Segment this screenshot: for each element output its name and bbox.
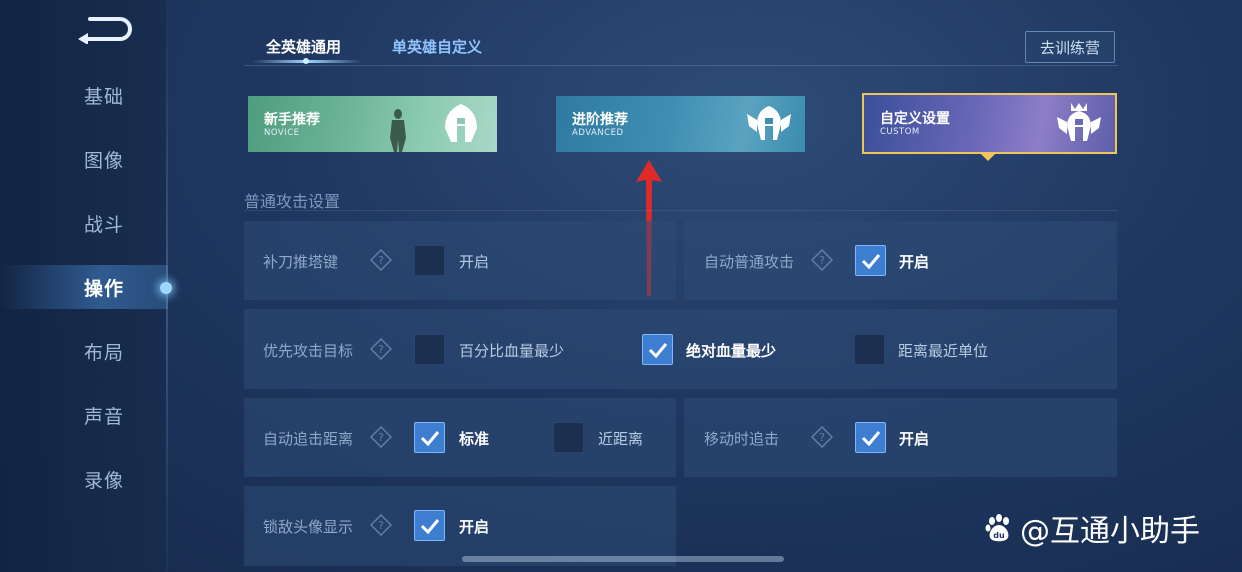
- last-hit-checkbox[interactable]: [414, 245, 445, 276]
- setting-label: 自动普通攻击: [704, 253, 795, 271]
- help-icon[interactable]: ?: [370, 338, 392, 360]
- section-title: 普通攻击设置: [244, 192, 341, 211]
- svg-text:?: ?: [819, 431, 825, 444]
- option-label: 开启: [459, 253, 490, 271]
- sidebar-item-layout[interactable]: 布局: [0, 329, 168, 373]
- option-label: 开启: [459, 518, 490, 536]
- tab-single-hero[interactable]: 单英雄自定义: [392, 36, 482, 57]
- back-icon[interactable]: [76, 14, 132, 45]
- svg-text:?: ?: [819, 254, 825, 267]
- crowned-helmet-emblem-icon: [1057, 103, 1101, 141]
- auto-attack-checkbox[interactable]: [855, 245, 886, 276]
- sidebar-item-replay[interactable]: 录像: [0, 457, 168, 501]
- preset-subtitle: NOVICE: [264, 128, 300, 138]
- sidebar-item-controls[interactable]: 操作: [0, 265, 168, 309]
- lowest-percent-hp-checkbox[interactable]: [414, 334, 445, 365]
- option-label: 绝对血量最少: [686, 342, 777, 360]
- section-divider: [244, 210, 1118, 211]
- active-indicator-dot: [160, 282, 172, 294]
- sidebar-item-basic[interactable]: 基础: [0, 73, 168, 117]
- option-label: 近距离: [598, 430, 644, 448]
- check-icon: [420, 519, 440, 535]
- tab-underline: [252, 58, 362, 64]
- svg-text:?: ?: [378, 431, 384, 444]
- sidebar-item-combat[interactable]: 战斗: [0, 201, 168, 245]
- header-divider: [244, 65, 1118, 66]
- selected-pointer: [980, 153, 996, 161]
- help-icon[interactable]: ?: [811, 249, 833, 271]
- help-icon[interactable]: ?: [370, 249, 392, 271]
- setting-label: 锁敌头像显示: [263, 518, 354, 536]
- option-label: 距离最近单位: [898, 342, 989, 360]
- preset-title: 新手推荐: [264, 112, 320, 128]
- nearest-unit-checkbox[interactable]: [854, 334, 885, 365]
- setting-label: 自动追击距离: [263, 430, 354, 448]
- svg-text:?: ?: [378, 519, 384, 532]
- check-icon: [648, 343, 668, 359]
- sidebar-item-graphics[interactable]: 图像: [0, 137, 168, 181]
- helmet-emblem-icon: [445, 104, 477, 142]
- check-icon: [861, 431, 881, 447]
- chase-standard-checkbox[interactable]: [414, 422, 445, 453]
- watermark: du @互通小助手: [984, 506, 1200, 550]
- setting-label: 优先攻击目标: [263, 342, 354, 360]
- baidu-paw-logo-icon: du: [985, 514, 1009, 542]
- hero-silhouette-icon: [390, 109, 406, 152]
- lowest-absolute-hp-checkbox[interactable]: [642, 334, 673, 365]
- setting-label: 补刀推塔键: [263, 253, 339, 271]
- winged-helmet-emblem-icon: [747, 106, 791, 140]
- svg-text:?: ?: [378, 343, 384, 356]
- option-label: 开启: [899, 253, 930, 271]
- option-label: 标准: [459, 430, 490, 448]
- preset-title: 自定义设置: [880, 111, 950, 127]
- watermark-text: @互通小助手: [1020, 514, 1200, 549]
- preset-subtitle: ADVANCED: [572, 128, 624, 138]
- help-icon[interactable]: ?: [370, 426, 392, 448]
- help-icon[interactable]: ?: [811, 426, 833, 448]
- training-camp-button[interactable]: 去训练营: [1025, 31, 1115, 63]
- check-icon: [861, 254, 881, 270]
- option-label: 百分比血量最少: [459, 342, 565, 360]
- svg-text:?: ?: [378, 254, 384, 267]
- chase-close-checkbox[interactable]: [553, 422, 584, 453]
- move-chase-checkbox[interactable]: [855, 422, 886, 453]
- preset-novice-card[interactable]: 新手推荐 NOVICE: [248, 96, 497, 152]
- svg-text:du: du: [993, 531, 1005, 540]
- setting-label: 移动时追击: [704, 430, 780, 448]
- preset-advanced-card[interactable]: 进阶推荐 ADVANCED: [556, 96, 805, 152]
- preset-custom-card[interactable]: 自定义设置 CUSTOM: [862, 93, 1117, 154]
- tab-all-heroes[interactable]: 全英雄通用: [266, 36, 341, 57]
- preset-title: 进阶推荐: [572, 112, 628, 128]
- help-icon[interactable]: ?: [370, 514, 392, 536]
- preset-subtitle: CUSTOM: [880, 127, 920, 137]
- option-label: 开启: [899, 430, 930, 448]
- check-icon: [420, 431, 440, 447]
- scrollbar[interactable]: [462, 556, 784, 562]
- lock-portrait-checkbox[interactable]: [414, 510, 445, 541]
- sidebar-item-sound[interactable]: 声音: [0, 393, 168, 437]
